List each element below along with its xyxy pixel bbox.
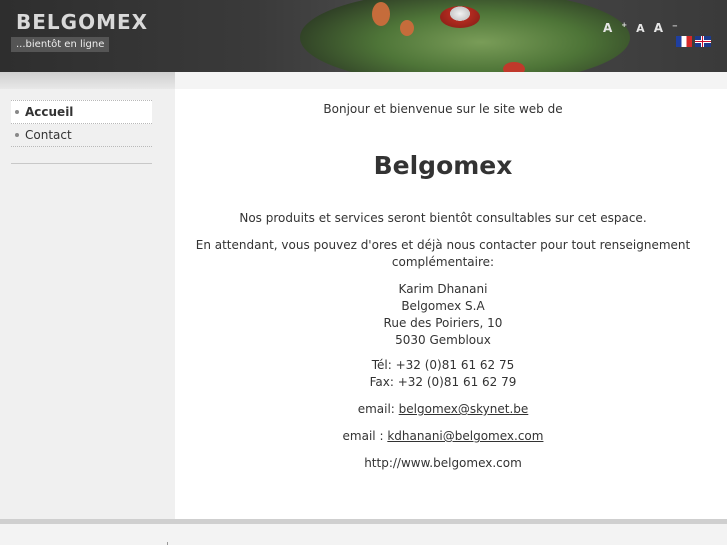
contact-name: Karim Dhanani <box>398 282 488 296</box>
email-label: email : <box>342 429 384 443</box>
email-link-kdhanani[interactable]: kdhanani@belgomex.com <box>387 429 543 443</box>
welcome-text: Bonjour et bienvenue sur le site web de <box>323 102 563 116</box>
address-city: 5030 Gembloux <box>395 333 491 347</box>
font-increase-letter: A <box>603 21 613 35</box>
language-switcher <box>676 36 714 55</box>
bullet-icon <box>15 109 19 114</box>
nav-item-label: Contact <box>25 128 72 142</box>
english-flag-icon[interactable] <box>695 36 711 47</box>
email-link-belgomex[interactable]: belgomex@skynet.be <box>399 402 529 416</box>
main-navigation: Accueil Contact <box>11 100 152 147</box>
header-banner: BELGOMEX ...bientôt en ligne A + A A − <box>0 0 727 72</box>
frog-toe-decoration <box>503 62 525 72</box>
website-url: http://www.belgomex.com <box>364 456 522 470</box>
site-title[interactable]: BELGOMEX <box>16 10 148 34</box>
french-flag-icon[interactable] <box>676 36 692 47</box>
content-top-band <box>175 72 727 89</box>
font-size-controls: A + A A − <box>603 17 687 36</box>
font-normal-button[interactable]: A <box>636 22 645 35</box>
nav-divider <box>11 163 152 164</box>
company-heading: Belgomex <box>373 151 513 180</box>
footer <box>0 524 727 545</box>
nav-item-contact[interactable]: Contact <box>11 124 152 147</box>
nav-item-label: Accueil <box>25 105 74 119</box>
phone-number: Tél: +32 (0)81 61 62 75 <box>371 358 515 372</box>
nav-item-accueil[interactable]: Accueil <box>11 100 152 124</box>
sidebar: Accueil Contact <box>0 89 175 519</box>
email-line-2: email : kdhanani@belgomex.com <box>175 428 711 445</box>
email-label: email: <box>357 402 395 416</box>
font-decrease-letter: A <box>653 21 663 35</box>
email-line-1: email: belgomex@skynet.be <box>175 401 711 418</box>
frog-toe-decoration <box>372 2 390 26</box>
font-increase-button[interactable]: A + <box>603 21 627 35</box>
site-slogan: ...bientôt en ligne <box>11 37 110 52</box>
contact-invite-text: En attendant, vous pouvez d'ores et déjà… <box>195 238 691 269</box>
sidebar-top-band <box>0 72 175 89</box>
phone-numbers: Tél: +32 (0)81 61 62 75 Fax: +32 (0)81 6… <box>175 357 711 391</box>
font-decrease-button[interactable]: A − <box>654 21 678 35</box>
bullet-icon <box>15 132 19 137</box>
postal-address: Karim Dhanani Belgomex S.A Rue des Poiri… <box>175 281 711 349</box>
font-decrease-sign: − <box>671 22 678 30</box>
address-street: Rue des Poiriers, 10 <box>383 316 503 330</box>
products-text: Nos produits et services seront bientôt … <box>239 211 647 225</box>
font-increase-sign: + <box>621 21 628 29</box>
frog-toe-decoration <box>400 20 414 36</box>
fax-number: Fax: +32 (0)81 61 62 79 <box>369 375 517 389</box>
address-company: Belgomex S.A <box>401 299 485 313</box>
frog-eye-decoration <box>440 6 480 28</box>
